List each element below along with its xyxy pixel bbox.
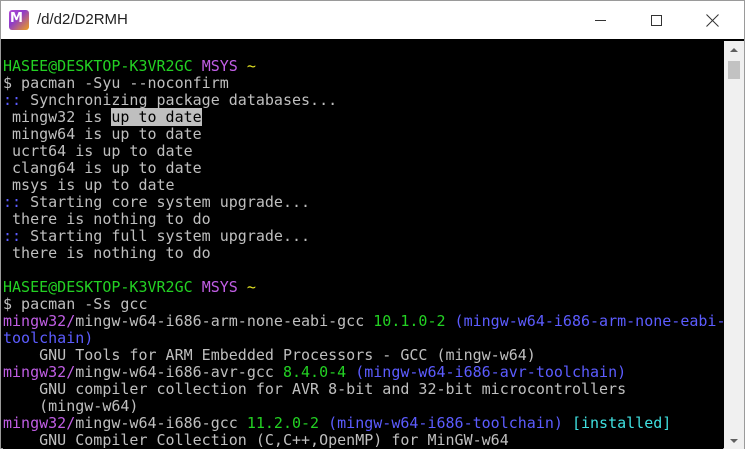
selected-text: up to date (111, 108, 202, 126)
terminal-text-segment: mingw-w64-i686-gcc (75, 414, 247, 432)
maximize-button[interactable] (633, 1, 679, 39)
terminal-text-segment: $ pacman -Syu --noconfirm (3, 74, 229, 92)
terminal-line: mingw64 is up to date (3, 126, 723, 143)
terminal-text-segment: [installed] (571, 414, 672, 432)
window-title: /d/d2/D2RMH (37, 11, 128, 28)
terminal-text-segment: there is nothing to do (3, 244, 211, 262)
terminal-line: :: Synchronizing package databases... (3, 92, 723, 109)
terminal-line: clang64 is up to date (3, 160, 723, 177)
terminal-text-segment: (mingw-w64-i686-avr-toolchain) (355, 363, 627, 381)
vertical-scrollbar[interactable] (724, 41, 744, 449)
terminal-text-segment: :: (3, 227, 22, 245)
terminal-line: mingw32/mingw-w64-i686-avr-gcc 8.4.0-4 (… (3, 364, 723, 381)
terminal-line: GNU compiler collection for AVR 8-bit an… (3, 381, 723, 398)
terminal-text-segment: Starting core system upgrade... (21, 193, 311, 211)
terminal-text-segment: ucrt64 is up to date (3, 142, 193, 160)
terminal-text-segment: there is nothing to do (3, 210, 211, 228)
terminal-line: there is nothing to do (3, 245, 723, 262)
terminal-line: ucrt64 is up to date (3, 143, 723, 160)
terminal-text-segment: mingw-w64-i686-avr-gcc (75, 363, 283, 381)
terminal-line: $ pacman -Syu --noconfirm (3, 75, 723, 92)
terminal-text-segment: GNU Tools for ARM Embedded Processors - … (3, 346, 536, 364)
terminal-line: :: Starting full system upgrade... (3, 228, 723, 245)
terminal-text-segment: clang64 is up to date (3, 159, 202, 177)
terminal-text-segment: (mingw-w64) (3, 397, 139, 415)
terminal-text-segment: MSYS (201, 278, 247, 296)
terminal-text-segment: mingw32/ (3, 312, 76, 330)
app-icon-letter: M (10, 11, 23, 26)
terminal-text-segment: :: (3, 193, 22, 211)
terminal-line: GNU Compiler Collection (C,C++,OpenMP) f… (3, 432, 723, 449)
close-button[interactable] (689, 1, 735, 39)
scroll-up-arrow-icon[interactable] (724, 41, 744, 58)
scroll-down-arrow-icon[interactable] (724, 432, 744, 449)
terminal-text-segment: mingw32 is (3, 108, 112, 126)
terminal-line: GNU Tools for ARM Embedded Processors - … (3, 347, 723, 364)
maximize-icon (650, 14, 662, 26)
terminal-text-segment: (mingw-w64-i686-arm-none-eabi- (454, 312, 723, 330)
minimize-icon (594, 19, 606, 21)
terminal-line: mingw32 is up to date (3, 108, 723, 126)
terminal-window: M /d/d2/D2RMH HASEE@DESKTOP-K3VR2GC MSYS… (0, 0, 745, 449)
terminal-text-segment: GNU Compiler Collection (C,C++,OpenMP) f… (3, 431, 509, 449)
terminal-text-segment: mingw-w64-i686-arm-none-eabi-gcc (75, 312, 374, 330)
terminal-line: HASEE@DESKTOP-K3VR2GC MSYS ~ (3, 279, 723, 296)
close-icon (706, 14, 719, 27)
terminal-line: HASEE@DESKTOP-K3VR2GC MSYS ~ (3, 58, 723, 75)
terminal-text-segment: ~ (246, 278, 256, 296)
terminal-text-segment: :: (3, 91, 22, 109)
terminal-text-segment: MSYS (201, 57, 247, 75)
terminal-text-segment: mingw32/ (3, 414, 76, 432)
terminal-text-segment: 11.2.0-2 (246, 414, 329, 432)
scrollbar-thumb[interactable] (728, 61, 740, 79)
terminal-line: mingw32/mingw-w64-i686-arm-none-eabi-gcc… (3, 313, 723, 330)
terminal-text-segment: HASEE@DESKTOP-K3VR2GC (3, 278, 202, 296)
terminal-line: :: Starting core system upgrade... (3, 194, 723, 211)
minimize-button[interactable] (577, 1, 623, 39)
terminal-text-segment: $ pacman -Ss gcc (3, 295, 148, 313)
title-bar[interactable]: M /d/d2/D2RMH (1, 1, 744, 39)
terminal-line: there is nothing to do (3, 211, 723, 228)
terminal-text-segment: 10.1.0-2 (373, 312, 455, 330)
terminal-text-segment: HASEE@DESKTOP-K3VR2GC (3, 57, 202, 75)
mintty-app-icon[interactable]: M (9, 10, 29, 30)
terminal-text-segment: toolchain) (3, 329, 94, 347)
terminal-line: $ pacman -Ss gcc (3, 296, 723, 313)
terminal-text-segment: mingw32/ (3, 363, 76, 381)
terminal-line: msys is up to date (3, 177, 723, 194)
terminal-line: (mingw-w64) (3, 398, 723, 415)
terminal-text-segment: (mingw-w64-i686-toolchain) (328, 414, 572, 432)
terminal-text-segment: GNU compiler collection for AVR 8-bit an… (3, 380, 627, 398)
terminal-text-segment: mingw64 is up to date (3, 125, 202, 143)
terminal-output[interactable]: HASEE@DESKTOP-K3VR2GC MSYS ~ $ pacman -Sy… (3, 41, 723, 449)
terminal-text-segment: Starting full system upgrade... (21, 227, 311, 245)
terminal-text-segment: ~ (246, 57, 256, 75)
terminal-text-segment: msys is up to date (3, 176, 175, 194)
terminal-text-segment: 8.4.0-4 (282, 363, 356, 381)
terminal-line: toolchain) (3, 330, 723, 347)
terminal-text-segment: Synchronizing package databases... (21, 91, 338, 109)
terminal-line: mingw32/mingw-w64-i686-gcc 11.2.0-2 (min… (3, 415, 723, 432)
